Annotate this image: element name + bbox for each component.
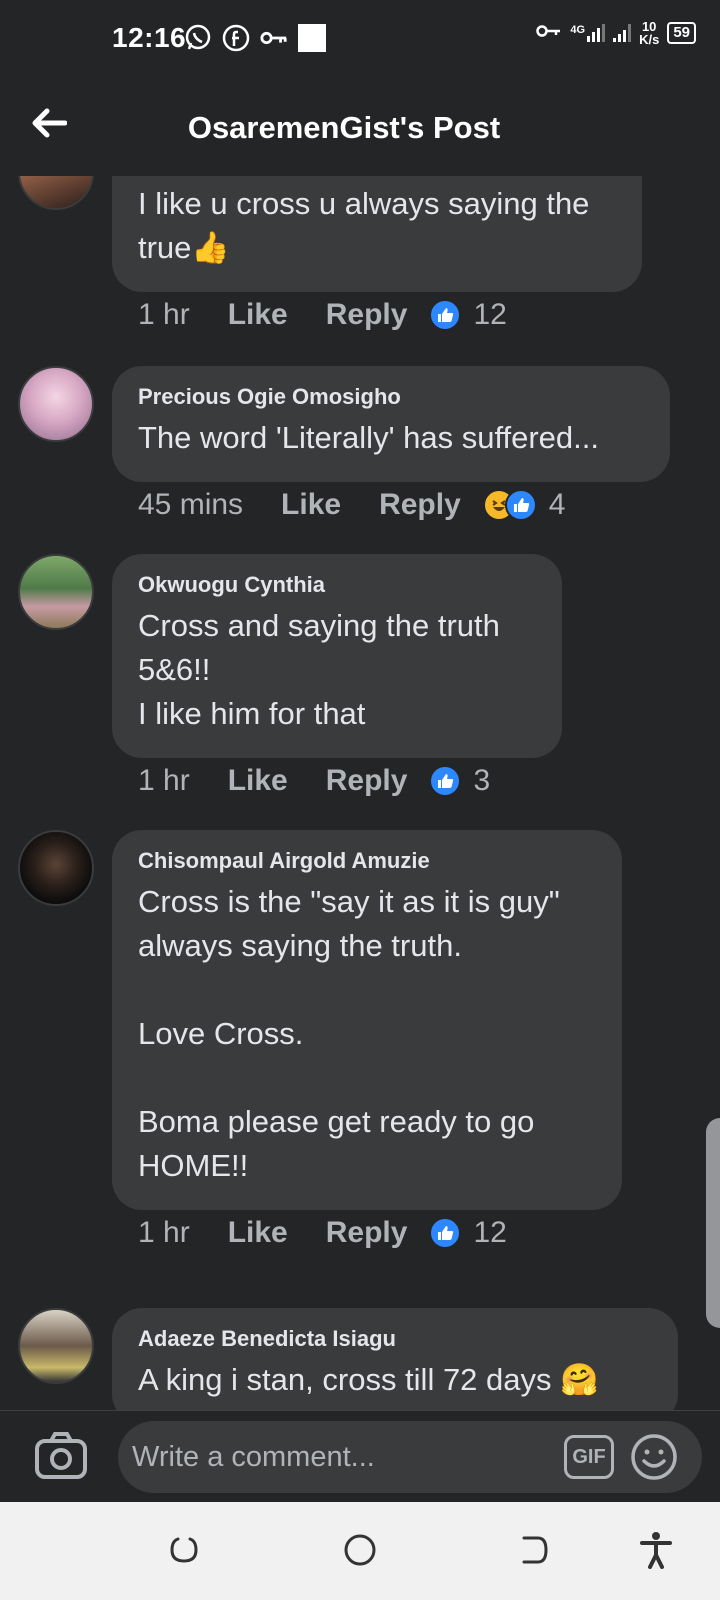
thumbs-up-icon	[429, 299, 462, 331]
battery-level: 59	[667, 22, 696, 44]
reactions-summary[interactable]: 4	[482, 488, 566, 522]
comment-composer: GIF	[0, 1410, 720, 1502]
avatar[interactable]	[18, 176, 94, 210]
avatar[interactable]	[18, 1308, 94, 1384]
comment-time[interactable]: 45 mins	[138, 488, 243, 522]
like-button[interactable]: Like	[228, 1216, 288, 1250]
system-icons: 4G 10 K/s 59	[536, 20, 696, 46]
back-icon	[518, 1534, 550, 1571]
comment-actions: 1 hr Like Reply 12	[138, 298, 507, 332]
post-header: OsaremenGist's Post	[0, 80, 720, 176]
comment-author[interactable]: Chisompaul Airgold Amuzie	[138, 848, 596, 874]
reply-button[interactable]: Reply	[326, 764, 408, 798]
smiley-icon	[630, 1434, 678, 1485]
reactions-summary[interactable]: 12	[429, 1216, 507, 1250]
reaction-count: 4	[548, 488, 566, 521]
scrollbar-handle[interactable]	[706, 1118, 720, 1328]
notification-square-icon	[298, 24, 326, 52]
reply-button[interactable]: Reply	[379, 488, 461, 522]
comment-actions: 1 hr Like Reply 3	[138, 764, 490, 798]
thumbs-up-icon	[429, 1217, 462, 1249]
status-bar: 12:16 4G 10 K/s 59	[0, 0, 720, 80]
reply-button[interactable]: Reply	[326, 1216, 408, 1250]
thumbs-up-icon	[429, 765, 462, 797]
nav-back-button[interactable]	[514, 1532, 554, 1572]
comment-input[interactable]	[132, 1421, 552, 1493]
comment-author[interactable]: Okwuogu Cynthia	[138, 572, 536, 598]
comment-text: A king i stan, cross till 72 days 🤗	[138, 1362, 599, 1397]
accessibility-button[interactable]	[636, 1531, 676, 1574]
whatsapp-icon	[184, 24, 212, 52]
like-button[interactable]: Like	[228, 764, 288, 798]
home-circle-icon	[343, 1533, 377, 1572]
reaction-count: 12	[473, 1216, 507, 1249]
comment-time[interactable]: 1 hr	[138, 298, 190, 332]
avatar[interactable]	[18, 366, 94, 442]
status-time: 12:16	[112, 22, 187, 53]
avatar[interactable]	[18, 830, 94, 906]
system-nav-bar	[0, 1502, 720, 1600]
signal-icon	[613, 24, 632, 42]
comment-bubble[interactable]: I like u cross u always saying the true👍	[112, 176, 642, 292]
thumbs-up-icon	[504, 489, 537, 521]
comment-actions: 45 mins Like Reply 4	[138, 488, 565, 522]
comment-bubble[interactable]: Precious Ogie Omosigho The word 'Literal…	[112, 366, 670, 482]
recents-icon	[168, 1534, 200, 1571]
reaction-count: 3	[473, 764, 491, 797]
accessibility-icon	[639, 1531, 673, 1574]
network-speed: 10 K/s	[639, 19, 660, 47]
signal-4g-icon: 4G	[570, 24, 606, 42]
comment-author[interactable]: Adaeze Benedicta Isiagu	[138, 1326, 652, 1352]
comment-text: Cross and saying the truth 5&6!! I like …	[138, 608, 500, 731]
recents-button[interactable]	[164, 1532, 204, 1572]
reactions-summary[interactable]: 3	[429, 764, 490, 798]
vpn-key-icon	[536, 22, 562, 45]
reply-button[interactable]: Reply	[326, 298, 408, 332]
key-icon	[260, 24, 288, 52]
gif-button[interactable]: GIF	[564, 1435, 614, 1479]
comment-text: Cross is the "say it as it is guy" alway…	[138, 884, 560, 1183]
comments-feed[interactable]: I like u cross u always saying the true👍…	[0, 176, 720, 1410]
camera-icon	[34, 1432, 88, 1485]
emoji-button[interactable]	[630, 1433, 678, 1481]
comment-bubble[interactable]: Adaeze Benedicta Isiagu A king i stan, c…	[112, 1308, 678, 1410]
reaction-count: 12	[473, 298, 507, 331]
notification-icons	[184, 24, 326, 52]
like-button[interactable]: Like	[281, 488, 341, 522]
facebook-icon	[222, 24, 250, 52]
comment-text: The word 'Literally' has suffered...	[138, 420, 599, 455]
avatar[interactable]	[18, 554, 94, 630]
comment-actions: 1 hr Like Reply 12	[138, 1216, 507, 1250]
page-title: OsaremenGist's Post	[187, 110, 501, 145]
reactions-summary[interactable]: 12	[429, 298, 507, 332]
comment-input-container: GIF	[118, 1421, 702, 1493]
comment-time[interactable]: 1 hr	[138, 1216, 190, 1250]
like-button[interactable]: Like	[228, 298, 288, 332]
camera-button[interactable]	[34, 1431, 88, 1481]
comment-time[interactable]: 1 hr	[138, 764, 190, 798]
comment-bubble[interactable]: Chisompaul Airgold Amuzie Cross is the "…	[112, 830, 622, 1210]
comment-author[interactable]: Precious Ogie Omosigho	[138, 384, 644, 410]
comment-text: I like u cross u always saying the true👍	[138, 186, 590, 265]
home-button[interactable]	[340, 1532, 380, 1572]
comment-bubble[interactable]: Okwuogu Cynthia Cross and saying the tru…	[112, 554, 562, 758]
